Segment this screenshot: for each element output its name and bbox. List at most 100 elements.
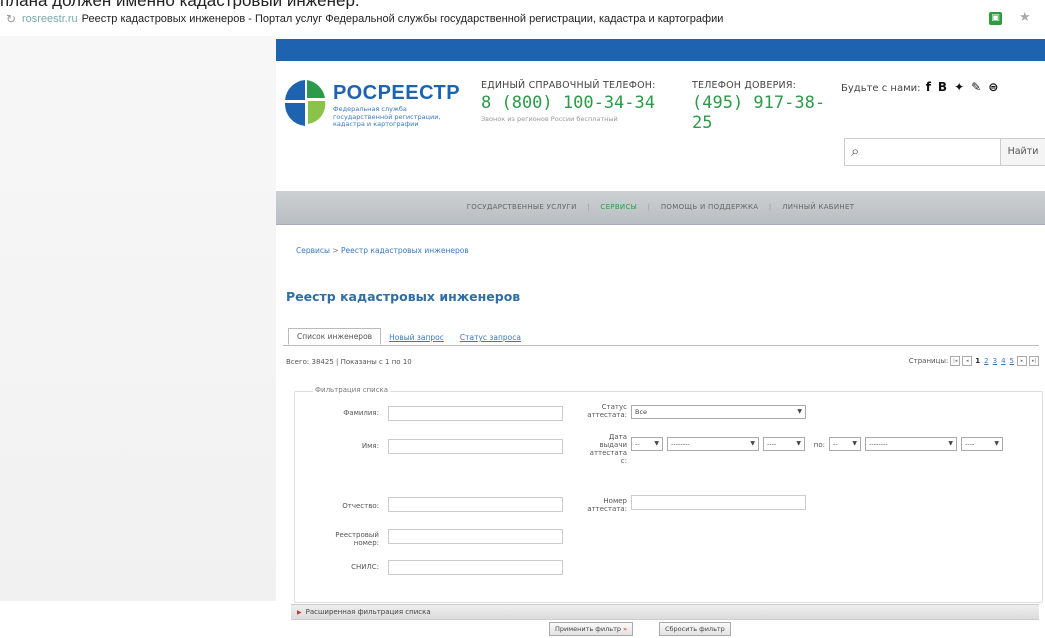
extended-filter-label: Расширенная фильтрация списка [305,608,431,616]
nav-item-cabinet[interactable]: ЛИЧНЫЙ КАБИНЕТ [782,203,854,211]
apply-filter-label: Применить фильтр [555,625,621,633]
nav-separator: | [768,203,772,211]
blog-icon[interactable]: ✎ [971,80,981,94]
page-link[interactable]: 3 [993,357,997,365]
pager-label: Страницы: [908,357,949,365]
date-value: ---- [767,440,777,448]
hotline-number[interactable]: 8 (800) 100-34-34 [481,93,681,113]
date-value: -------- [671,440,690,448]
tab-request-status[interactable]: Статус запроса [452,330,529,345]
patronymic-label: Отчество: [342,502,379,510]
registry-number-label: Реестровый номер: [335,531,379,547]
rosreestr-page: РОСРЕЕСТР Федеральная служба государстве… [276,36,1045,636]
page-title: Реестр кадастровых инженеров [286,289,521,304]
chevron-down-icon: ▼ [750,440,755,447]
extension-icon[interactable]: ▣ [989,12,1002,25]
browser-tab-bar: ↻ rosreestr.ru Реестр кадастровых инжене… [0,9,1045,29]
tab-bar: Список инженеров Новый запрос Статус зап… [288,327,529,345]
name-label: Имя: [361,442,379,450]
logo-subtitle: Федеральная служба государственной регис… [333,105,441,128]
nav-item-services[interactable]: ГОСУДАРСТВЕННЫЕ УСЛУГИ [467,203,577,211]
extended-filter-toggle[interactable]: ▶ Расширенная фильтрация списка [291,604,1039,620]
apply-filter-button[interactable]: Применить фильтр » [549,622,634,636]
surname-input[interactable] [388,406,563,421]
browser-title: Реестр кадастровых инженеров - Портал ус… [81,13,724,25]
date-to-year-select[interactable]: ---- ▼ [961,437,1003,451]
chevron-down-icon: ▼ [654,440,659,447]
filter-legend: Фильтрация списка [313,386,391,394]
twitter-icon[interactable]: ✦ [954,80,964,94]
chevron-down-icon: ▼ [852,440,857,447]
page-link[interactable]: 1 [975,357,980,365]
issue-date-label: Дата выдачи аттестата с: [589,433,627,465]
first-page-icon[interactable]: |◂ [950,356,961,366]
breadcrumb-root[interactable]: Сервисы [296,246,330,255]
result-counts: Всего: 38425 | Показаны с 1 по 10 [286,358,412,366]
tab-engineers-list[interactable]: Список инженеров [288,328,382,345]
reload-icon[interactable]: ↻ [0,12,22,26]
name-input[interactable] [388,439,563,454]
trust-phone-label: ТЕЛЕФОН ДОВЕРИЯ: [692,80,797,91]
hotline-label: ЕДИНЫЙ СПРАВОЧНЫЙ ТЕЛЕФОН: [481,80,656,91]
next-page-icon[interactable]: ▸ [1017,356,1027,366]
vk-icon[interactable]: B [938,80,947,94]
cert-number-input[interactable] [631,495,806,510]
facebook-icon[interactable]: f [926,80,931,94]
search-input[interactable] [873,139,997,165]
date-from-day-select[interactable]: -- ▼ [631,437,663,451]
nav-separator: | [587,203,590,211]
surname-label: Фамилия: [343,409,379,417]
rosreestr-logo[interactable]: РОСРЕЕСТР Федеральная служба государстве… [283,78,460,138]
date-from-month-select[interactable]: -------- ▼ [667,437,759,451]
snils-label: СНИЛС: [351,563,379,571]
tab-new-request[interactable]: Новый запрос [381,330,452,345]
trust-phone-block: ТЕЛЕФОН ДОВЕРИЯ: (495) 917-38-25 [692,80,842,133]
date-value: -------- [869,440,888,448]
cert-status-value: Все [635,408,648,416]
date-value: -- [833,440,838,448]
arrows-icon: » [623,625,628,633]
search-icon: ⌕ [851,142,860,160]
cert-status-select[interactable]: Все ▼ [631,405,806,419]
chevron-down-icon: ▼ [994,440,999,447]
last-page-icon[interactable]: ▸| [1029,356,1039,366]
page-link[interactable]: 2 [984,357,988,365]
nav-separator: | [647,203,651,211]
date-to-day-select[interactable]: -- ▼ [829,437,861,451]
page-link[interactable]: 4 [1001,357,1005,365]
pagination: Страницы: |◂ ◂ 1 2 3 4 5 ▸ ▸| [909,356,1039,366]
social-label: Будьте с нами: [841,83,921,94]
date-to-label: по: [813,441,825,449]
snils-input[interactable] [388,560,563,575]
search-button[interactable]: Найти [1000,139,1045,165]
list-panel: Всего: 38425 | Показаны с 1 по 10 Страни… [283,345,1043,638]
social-block: Будьте с нами: f B ✦ ✎ ⊜ [841,80,1045,94]
triangle-right-icon: ▶ [297,609,302,616]
registry-number-input[interactable] [388,529,563,544]
prev-page-icon[interactable]: ◂ [962,356,973,366]
page-left-background [0,36,276,601]
trust-phone-number[interactable]: (495) 917-38-25 [692,93,842,133]
chevron-down-icon: ▼ [948,440,953,447]
hotline-block: ЕДИНЫЙ СПРАВОЧНЫЙ ТЕЛЕФОН: 8 (800) 100-3… [481,80,681,123]
logo-title: РОСРЕЕСТР [333,82,461,104]
page-link[interactable]: 5 [1010,357,1014,365]
cert-number-label: Номер аттестата: [587,497,627,513]
top-blue-stripe [276,39,1045,61]
top-clipped-text: плана должен именно кадастровый инженер. [0,0,1045,9]
filter-fieldset: Фильтрация списка Фамилия: Имя: Отчество… [294,386,1043,603]
nav-item-tools[interactable]: СЕРВИСЫ [600,203,637,211]
date-from-year-select[interactable]: ---- ▼ [763,437,805,451]
nav-item-help[interactable]: ПОМОЩЬ И ПОДДЕРЖКА [661,203,759,211]
date-to-month-select[interactable]: -------- ▼ [865,437,957,451]
patronymic-input[interactable] [388,497,563,512]
chevron-down-icon: ▼ [797,408,802,415]
browser-domain: rosreestr.ru [22,13,78,25]
star-icon[interactable]: ★ [1019,10,1031,25]
rosreestr-emblem-icon [284,80,326,126]
cert-status-label: Статус аттестата: [587,403,627,419]
rss-icon[interactable]: ⊜ [988,80,998,94]
breadcrumb-current[interactable]: Реестр кадастровых инженеров [341,246,469,255]
hotline-note: Звонок из регионов России бесплатный [481,115,618,123]
reset-filter-button[interactable]: Сбросить фильтр [659,622,731,636]
